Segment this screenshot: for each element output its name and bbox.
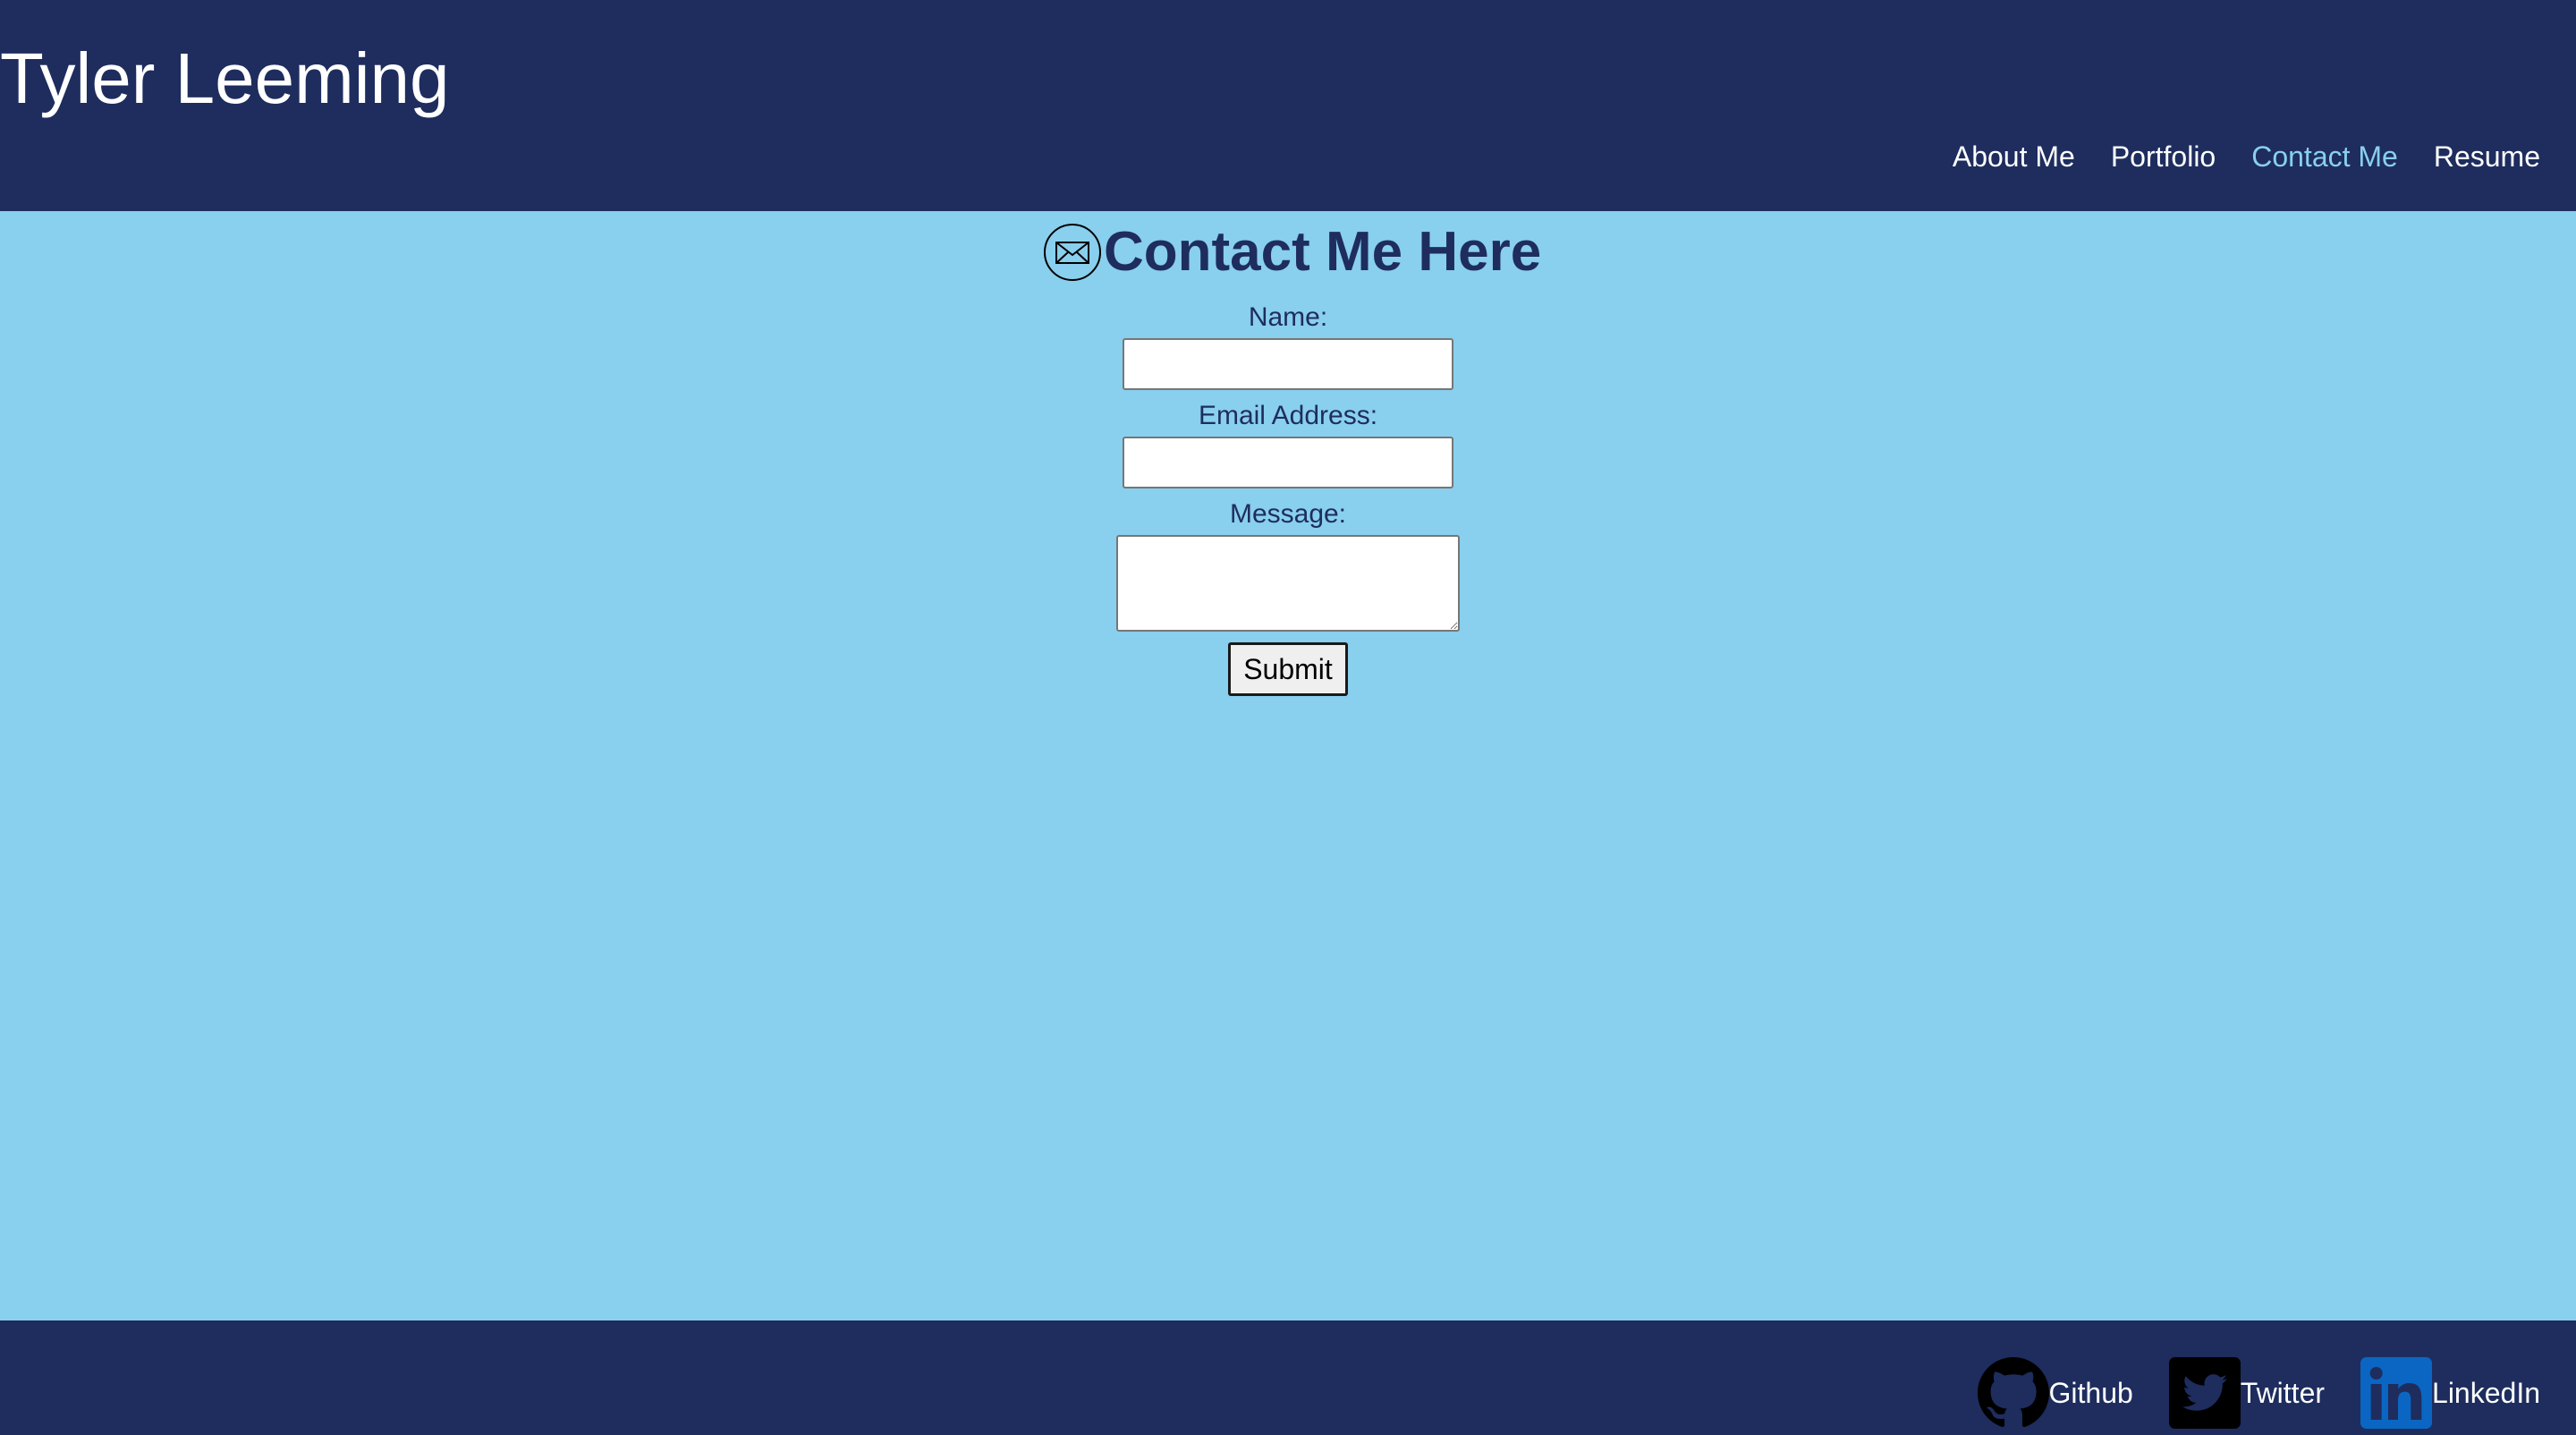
linkedin-link[interactable]: LinkedIn <box>2360 1357 2540 1429</box>
main-nav: About Me Portfolio Contact Me Resume <box>1953 134 2540 179</box>
social-links: Github Twitter LinkedIn <box>1977 1356 2540 1430</box>
linkedin-label: LinkedIn <box>2432 1376 2540 1409</box>
nav-contact-me[interactable]: Contact Me <box>2251 140 2398 174</box>
name-input[interactable] <box>1123 338 1453 390</box>
site-header: Tyler Leeming About Me Portfolio Contact… <box>0 0 2576 211</box>
contact-heading-text: Contact Me Here <box>1104 221 1542 283</box>
submit-button[interactable]: Submit <box>1228 642 1348 696</box>
site-footer: Github Twitter LinkedIn <box>0 1320 2576 1435</box>
github-icon <box>1977 1357 2049 1429</box>
github-label: Github <box>2048 1376 2133 1409</box>
nav-resume[interactable]: Resume <box>2434 140 2540 174</box>
twitter-icon <box>2168 1357 2241 1429</box>
envelope-icon <box>1043 223 1102 282</box>
nav-portfolio[interactable]: Portfolio <box>2111 140 2216 174</box>
contact-heading: Contact Me Here <box>1043 217 1541 288</box>
message-textarea[interactable] <box>1116 535 1460 632</box>
message-label: Message: <box>1229 499 1347 529</box>
linkedin-icon <box>2360 1357 2433 1429</box>
nav-about-me[interactable]: About Me <box>1953 140 2075 174</box>
name-label: Name: <box>1248 302 1328 332</box>
site-title: Tyler Leeming <box>0 38 450 118</box>
email-input[interactable] <box>1123 437 1453 488</box>
main-content: Contact Me Here Name: Email Address: Mes… <box>0 211 2576 1320</box>
twitter-link[interactable]: Twitter <box>2168 1357 2326 1429</box>
github-link[interactable]: Github <box>1977 1357 2133 1429</box>
contact-form: Name: Email Address: Message: Submit <box>0 299 2576 696</box>
email-label: Email Address: <box>1198 401 1378 430</box>
twitter-label: Twitter <box>2240 1376 2326 1409</box>
